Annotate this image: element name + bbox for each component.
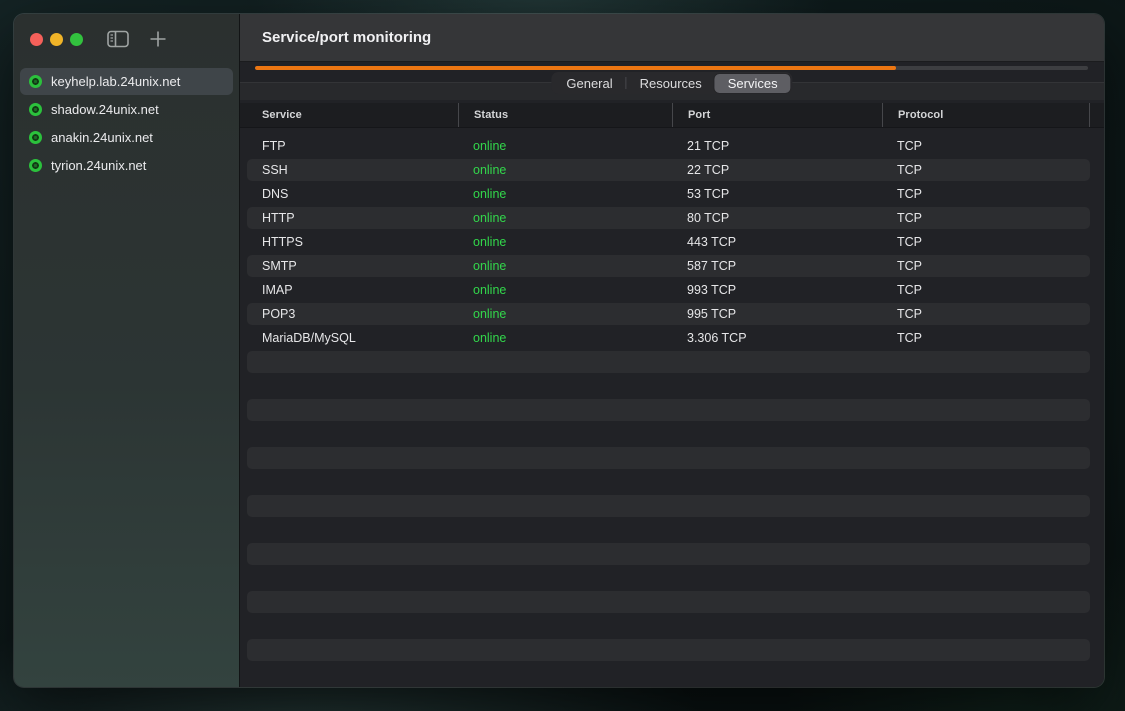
cell-port: 995 TCP — [672, 307, 882, 321]
cell-port: 993 TCP — [672, 283, 882, 297]
cell-protocol: TCP — [882, 259, 1090, 273]
cell-service: MariaDB/MySQL — [247, 331, 458, 345]
column-header-protocol[interactable]: Protocol — [882, 103, 1090, 127]
table-row[interactable]: HTTPSonline443 TCPTCP — [247, 230, 1090, 254]
table-row-empty — [247, 422, 1090, 446]
zoom-window-button[interactable] — [70, 33, 83, 46]
table-row-empty — [247, 639, 1090, 661]
sidebar-toggle-icon[interactable] — [107, 30, 129, 48]
cell-port: 443 TCP — [672, 235, 882, 249]
cell-service: DNS — [247, 187, 458, 201]
table-row-empty — [247, 495, 1090, 517]
table-row-empty — [247, 566, 1090, 590]
sidebar-item-server[interactable]: anakin.24unix.net — [20, 124, 233, 151]
cell-service: POP3 — [247, 307, 458, 321]
cell-service: HTTPS — [247, 235, 458, 249]
column-header-port[interactable]: Port — [672, 103, 882, 127]
cell-protocol: TCP — [882, 331, 1090, 345]
add-server-icon[interactable] — [149, 30, 167, 48]
close-window-button[interactable] — [30, 33, 43, 46]
cell-port: 587 TCP — [672, 259, 882, 273]
table-row[interactable]: IMAPonline993 TCPTCP — [247, 278, 1090, 302]
cell-status: online — [458, 139, 672, 153]
server-name: keyhelp.lab.24unix.net — [51, 74, 180, 89]
cell-service: SSH — [247, 163, 458, 177]
server-name: tyrion.24unix.net — [51, 158, 146, 173]
server-status-icon — [29, 103, 42, 116]
table-row[interactable]: SSHonline22 TCPTCP — [247, 159, 1090, 181]
tab-resources[interactable]: Resources — [627, 74, 715, 93]
cell-port: 80 TCP — [672, 211, 882, 225]
cell-port: 21 TCP — [672, 139, 882, 153]
sidebar-item-server[interactable]: keyhelp.lab.24unix.net — [20, 68, 233, 95]
cell-port: 22 TCP — [672, 163, 882, 177]
table-row[interactable]: HTTPonline80 TCPTCP — [247, 207, 1090, 229]
cell-protocol: TCP — [882, 163, 1090, 177]
cell-status: online — [458, 187, 672, 201]
table-row[interactable]: SMTPonline587 TCPTCP — [247, 255, 1090, 277]
column-header-service[interactable]: Service — [247, 103, 458, 127]
table-row-empty — [247, 470, 1090, 494]
table-row[interactable]: FTPonline21 TCPTCP — [247, 134, 1090, 158]
cell-service: IMAP — [247, 283, 458, 297]
table-row-empty — [247, 518, 1090, 542]
cell-port: 3.306 TCP — [672, 331, 882, 345]
content-header: Service/port monitoring — [240, 14, 1104, 62]
table-header: ServiceStatusPortProtocol — [240, 103, 1104, 128]
page-title: Service/port monitoring — [262, 29, 431, 46]
sidebar-item-server[interactable]: tyrion.24unix.net — [20, 152, 233, 179]
server-status-icon — [29, 75, 42, 88]
table-row-empty — [247, 447, 1090, 469]
sidebar: keyhelp.lab.24unix.net shadow.24unix.net a… — [14, 14, 240, 687]
minimize-window-button[interactable] — [50, 33, 63, 46]
cell-protocol: TCP — [882, 283, 1090, 297]
sidebar-toolbar — [14, 14, 239, 64]
cell-status: online — [458, 163, 672, 177]
view-tabs: GeneralResourcesServices — [551, 72, 792, 94]
table-row[interactable]: MariaDB/MySQLonline3.306 TCPTCP — [247, 326, 1090, 350]
cell-status: online — [458, 235, 672, 249]
server-list: keyhelp.lab.24unix.net shadow.24unix.net a… — [14, 64, 239, 179]
sidebar-item-server[interactable]: shadow.24unix.net — [20, 96, 233, 123]
table-row[interactable]: DNSonline53 TCPTCP — [247, 182, 1090, 206]
server-name: anakin.24unix.net — [51, 130, 153, 145]
cell-port: 53 TCP — [672, 187, 882, 201]
main-content: Service/port monitoring GeneralResources… — [240, 14, 1104, 687]
cell-status: online — [458, 307, 672, 321]
monitoring-progress-bar — [255, 66, 1088, 70]
table-row-empty — [247, 351, 1090, 373]
table-row[interactable]: POP3online995 TCPTCP — [247, 303, 1090, 325]
cell-service: FTP — [247, 139, 458, 153]
table-row-empty — [247, 374, 1090, 398]
server-status-icon — [29, 131, 42, 144]
window-controls — [30, 33, 83, 46]
desktop-background: keyhelp.lab.24unix.net shadow.24unix.net a… — [0, 0, 1125, 711]
tab-general[interactable]: General — [553, 74, 625, 93]
table-row-empty — [247, 614, 1090, 638]
cell-protocol: TCP — [882, 235, 1090, 249]
cell-service: SMTP — [247, 259, 458, 273]
cell-status: online — [458, 283, 672, 297]
cell-status: online — [458, 331, 672, 345]
table-row-empty — [247, 399, 1090, 421]
table-row-empty — [247, 543, 1090, 565]
cell-protocol: TCP — [882, 139, 1090, 153]
table-header-columns: ServiceStatusPortProtocol — [247, 103, 1104, 127]
server-status-icon — [29, 159, 42, 172]
cell-service: HTTP — [247, 211, 458, 225]
server-name: shadow.24unix.net — [51, 102, 159, 117]
cell-status: online — [458, 211, 672, 225]
cell-protocol: TCP — [882, 211, 1090, 225]
progress-fill — [255, 66, 896, 70]
table-row-empty — [247, 591, 1090, 613]
column-header-status[interactable]: Status — [458, 103, 672, 127]
service-table-body: FTPonline21 TCPTCPSSHonline22 TCPTCPDNSo… — [247, 134, 1090, 662]
tab-services[interactable]: Services — [715, 74, 791, 93]
cell-protocol: TCP — [882, 187, 1090, 201]
cell-status: online — [458, 259, 672, 273]
app-window: keyhelp.lab.24unix.net shadow.24unix.net a… — [14, 14, 1104, 687]
cell-protocol: TCP — [882, 307, 1090, 321]
